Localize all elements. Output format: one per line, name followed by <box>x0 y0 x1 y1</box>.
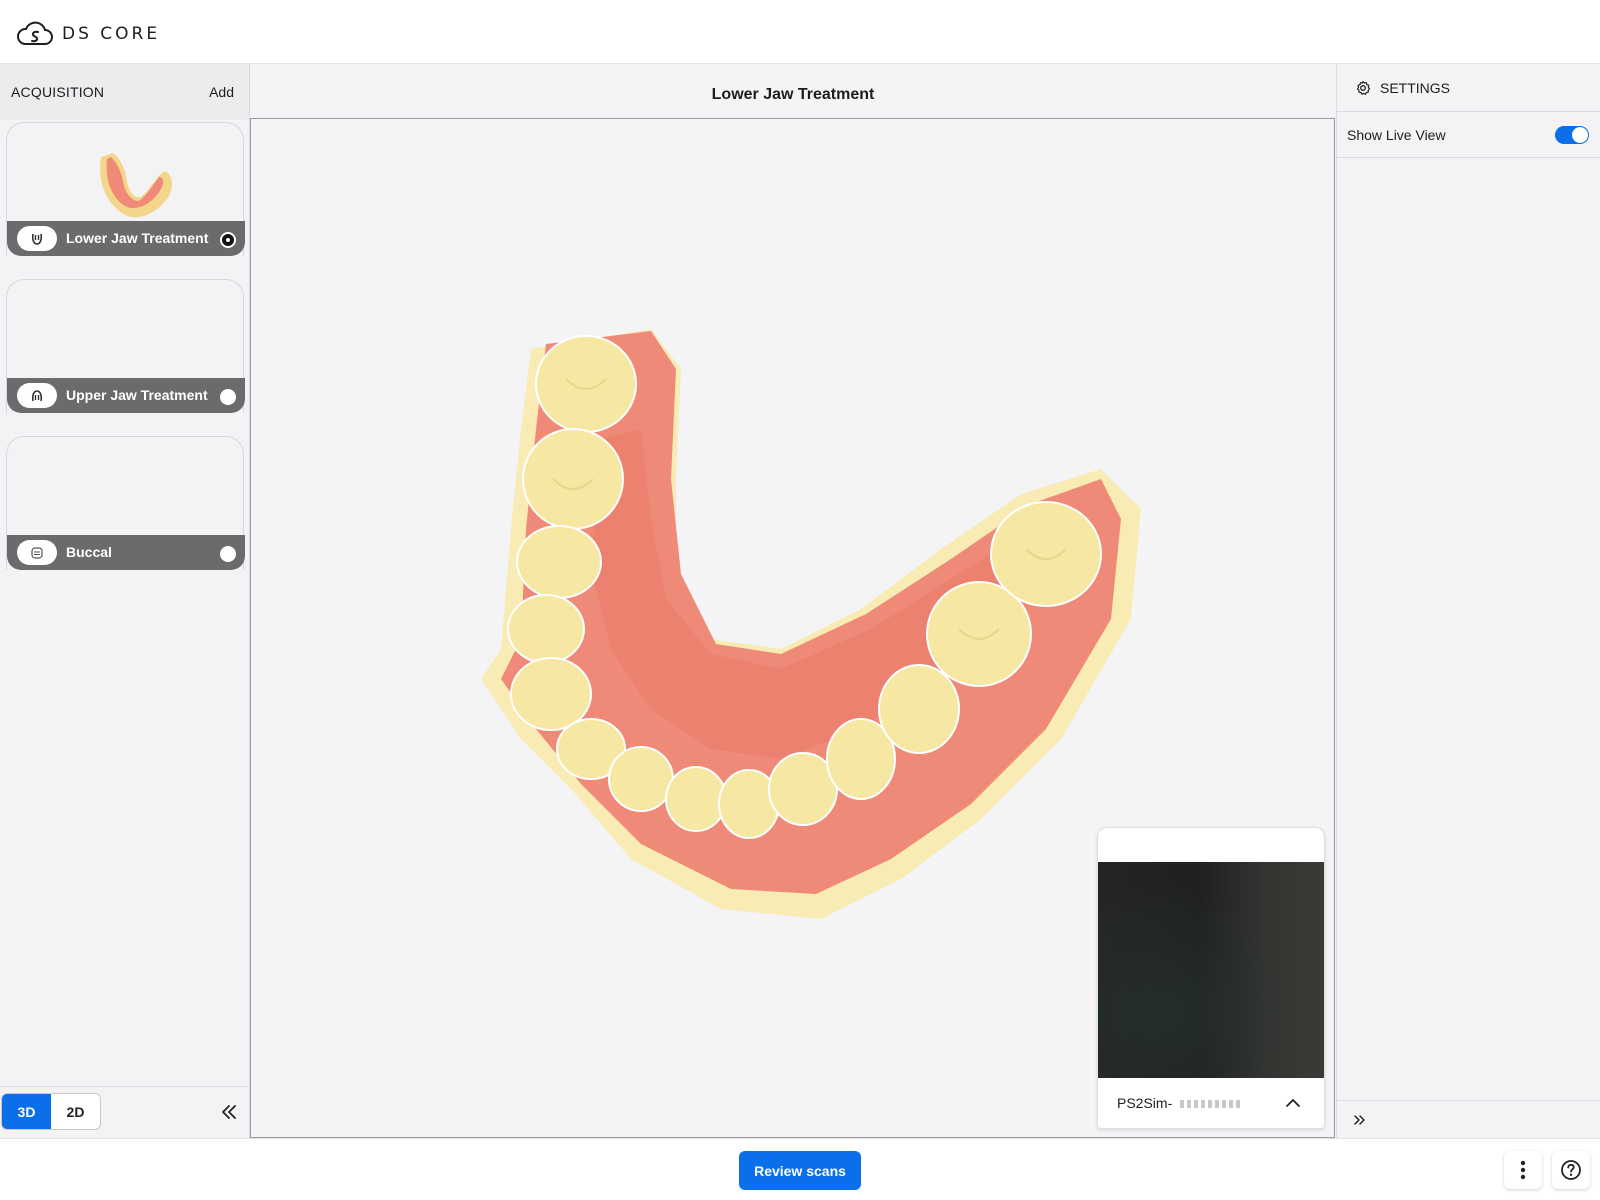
add-button[interactable]: Add <box>209 84 234 100</box>
setting-show-live-view: Show Live View <box>1337 112 1600 158</box>
scan-card-bar: Lower Jaw Treatment <box>7 221 245 256</box>
3d-viewport[interactable]: PS2Sim- <box>250 118 1335 1138</box>
scan-card-buccal[interactable]: Buccal <box>6 436 245 570</box>
page-title: Lower Jaw Treatment <box>711 86 875 103</box>
live-camera-feed <box>1098 862 1324 1078</box>
upper-jaw-icon <box>31 389 43 401</box>
settings-title: SETTINGS <box>1380 80 1451 96</box>
live-view-panel: PS2Sim- <box>1097 827 1325 1129</box>
scan-card-bar: Buccal <box>7 535 245 570</box>
logo-text: DS CORE <box>62 24 161 44</box>
show-live-view-toggle[interactable] <box>1555 126 1589 144</box>
main-view: Lower Jaw Treatment PS2Sim- <box>250 64 1336 1138</box>
scan-card-upper-jaw[interactable]: Upper Jaw Treatment <box>6 279 245 413</box>
settings-panel: SETTINGS Show Live View <box>1336 64 1600 1138</box>
setting-label: Show Live View <box>1347 127 1446 143</box>
view-mode-3d-button[interactable]: 3D <box>2 1094 51 1129</box>
scan-card-radio[interactable] <box>220 389 236 405</box>
help-button[interactable] <box>1552 1151 1590 1189</box>
review-scans-button[interactable]: Review scans <box>739 1151 861 1190</box>
chevron-up-icon[interactable] <box>1284 1094 1302 1112</box>
card-icon-pill <box>17 383 57 408</box>
acquisition-header: ACQUISITION Add <box>0 64 249 120</box>
acquisition-title: ACQUISITION <box>11 84 105 100</box>
scan-card-bar: Upper Jaw Treatment <box>7 378 245 413</box>
help-icon <box>1561 1160 1581 1180</box>
lower-jaw-icon <box>31 233 43 245</box>
buccal-icon <box>31 546 43 559</box>
lower-jaw-3d-model[interactable] <box>481 319 1141 919</box>
settings-header: SETTINGS <box>1337 64 1600 112</box>
cloud-logo-icon <box>17 21 53 45</box>
more-vertical-icon <box>1520 1160 1526 1180</box>
scan-card-label: Lower Jaw Treatment <box>66 230 209 246</box>
redacted-device-id <box>1180 1100 1242 1108</box>
live-view-footer: PS2Sim- <box>1098 1080 1324 1128</box>
card-icon-pill <box>17 226 57 251</box>
scan-card-lower-jaw[interactable]: Lower Jaw Treatment <box>6 122 245 256</box>
scan-card-radio[interactable] <box>220 546 236 562</box>
top-bar: DS CORE <box>0 0 1600 64</box>
collapse-panel-icon[interactable] <box>218 1101 240 1123</box>
card-icon-pill <box>17 540 57 565</box>
acquisition-panel: ACQUISITION Add Lower Jaw Treatment Uppe… <box>0 64 250 1138</box>
device-name: PS2Sim- <box>1117 1095 1173 1111</box>
settings-footer <box>1337 1100 1600 1138</box>
view-mode-2d-button[interactable]: 2D <box>51 1094 100 1129</box>
scan-card-label: Upper Jaw Treatment <box>66 387 208 403</box>
bottom-bar: Review scans <box>0 1138 1600 1200</box>
app-logo: DS CORE <box>16 20 160 48</box>
more-options-button[interactable] <box>1504 1151 1542 1189</box>
gear-icon <box>1356 80 1371 95</box>
lower-jaw-thumbnail <box>100 153 173 218</box>
scan-card-label: Buccal <box>66 544 112 560</box>
scan-card-radio[interactable] <box>220 232 236 248</box>
view-mode-toggle: 3D 2D <box>1 1093 101 1130</box>
expand-panel-icon[interactable] <box>1353 1113 1367 1127</box>
acquisition-footer: 3D 2D <box>0 1086 249 1138</box>
